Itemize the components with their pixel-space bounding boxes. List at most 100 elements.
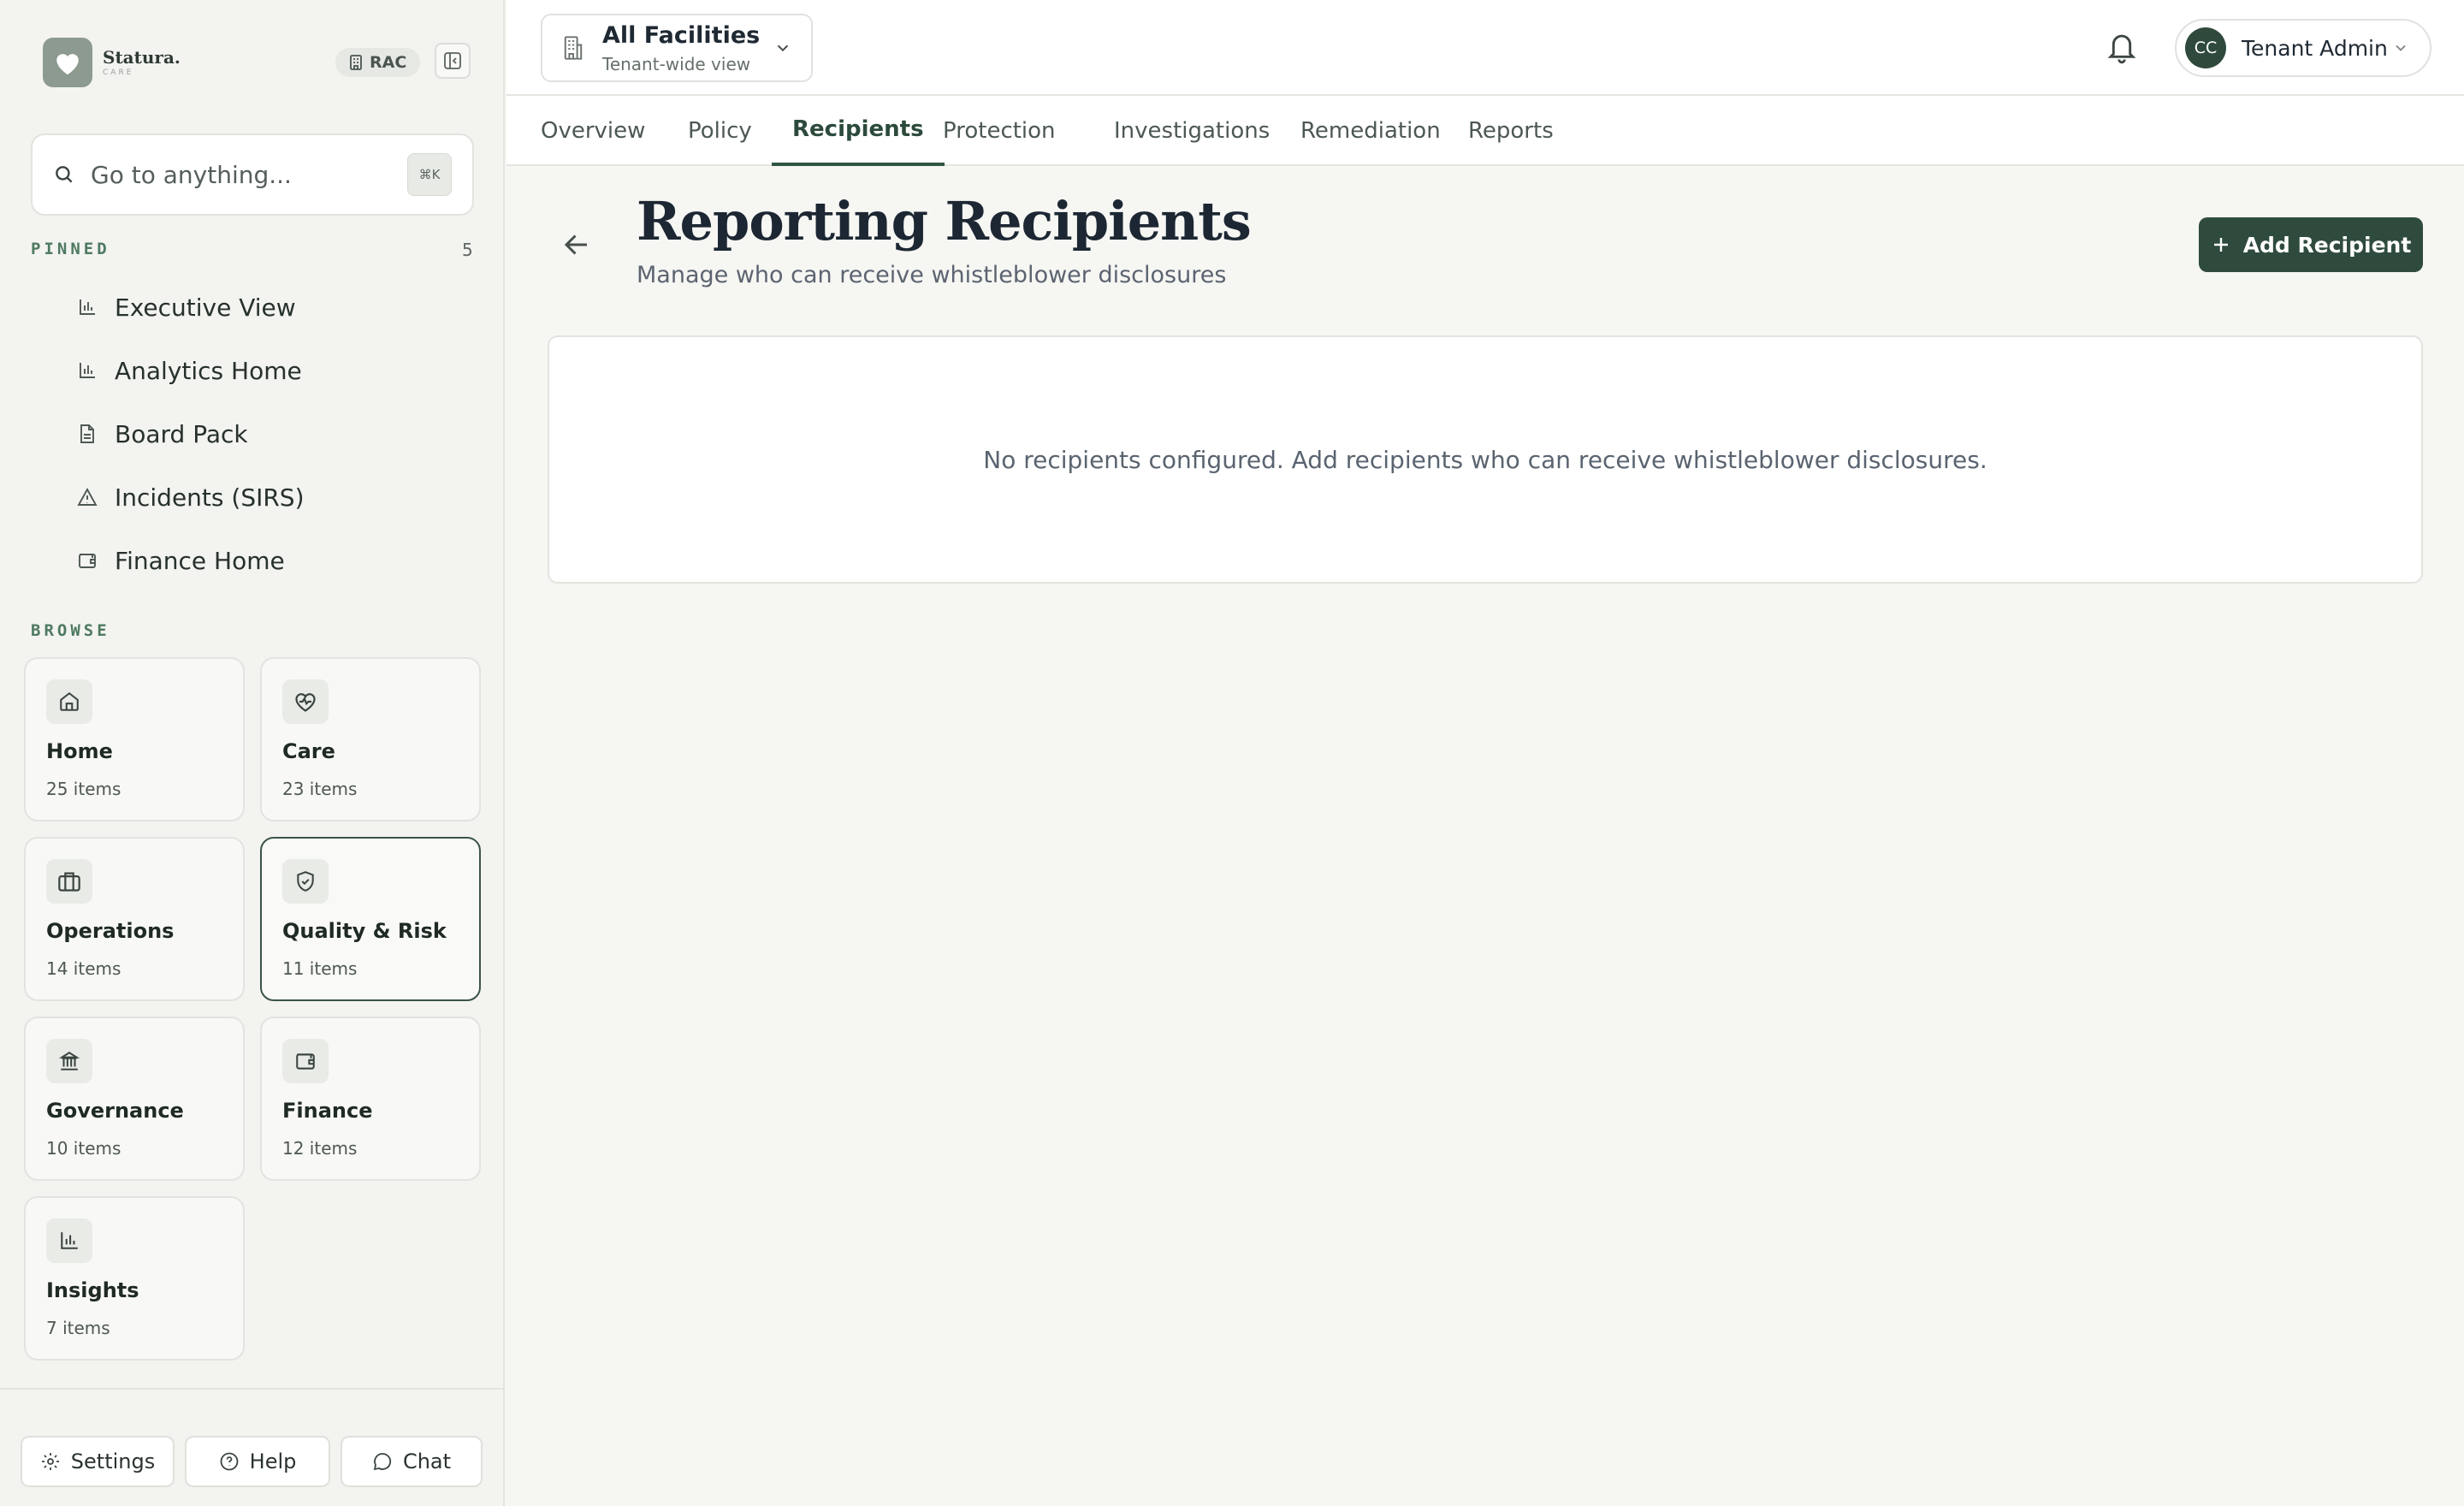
tile-title: Care xyxy=(282,739,335,763)
chat-button[interactable]: Chat xyxy=(341,1436,483,1487)
facility-selector[interactable]: All Facilities Tenant-wide view xyxy=(541,14,813,82)
building-icon xyxy=(349,55,363,70)
collapse-sidebar-button[interactable] xyxy=(435,43,471,79)
pinned-item-label: Incidents (SIRS) xyxy=(115,483,305,512)
pinned-item-executive-view[interactable]: Executive View xyxy=(31,276,476,339)
avatar: CC xyxy=(2185,27,2226,68)
page-subtitle: Manage who can receive whistleblower dis… xyxy=(637,262,1227,288)
browse-tile-governance[interactable]: Governance 10 items xyxy=(24,1017,245,1181)
tile-count: 11 items xyxy=(282,958,358,979)
facility-subtitle: Tenant-wide view xyxy=(602,53,751,74)
sidebar: Statura. CARE RAC Go to anything... ⌘K P… xyxy=(0,0,505,1506)
wallet-icon xyxy=(75,551,99,570)
bar-chart-icon xyxy=(75,361,99,380)
tab-investigations[interactable]: Investigations xyxy=(1093,96,1290,166)
tile-title: Finance xyxy=(282,1099,373,1123)
document-icon xyxy=(75,424,99,444)
pinned-item-finance-home[interactable]: Finance Home xyxy=(31,529,476,592)
tab-policy[interactable]: Policy xyxy=(667,96,773,166)
help-label: Help xyxy=(249,1450,297,1473)
search-icon xyxy=(53,163,75,186)
wallet-icon xyxy=(282,1039,329,1083)
tab-remediation[interactable]: Remediation xyxy=(1280,96,1461,166)
page-title: Reporting Recipients xyxy=(637,190,1252,252)
user-name: Tenant Admin xyxy=(2242,35,2388,61)
tile-count: 7 items xyxy=(46,1318,110,1338)
add-recipient-label: Add Recipient xyxy=(2242,232,2412,258)
tile-count: 14 items xyxy=(46,958,121,979)
chat-bubble-icon xyxy=(372,1451,393,1472)
tenant-badge-label: RAC xyxy=(370,53,407,72)
pinned-item-label: Executive View xyxy=(115,293,296,322)
add-recipient-button[interactable]: Add Recipient xyxy=(2199,217,2423,272)
settings-label: Settings xyxy=(70,1450,156,1473)
tab-bar: Overview Policy Recipients Protection In… xyxy=(506,96,2464,166)
pinned-section-label: PINNED xyxy=(31,240,110,258)
bar-chart-icon xyxy=(46,1218,92,1263)
tile-count: 10 items xyxy=(46,1138,121,1159)
pinned-list: Executive View Analytics Home Board Pack… xyxy=(31,276,476,592)
back-button[interactable] xyxy=(561,229,592,260)
search-input[interactable]: Go to anything... ⌘K xyxy=(31,133,474,216)
browse-tile-operations[interactable]: Operations 14 items xyxy=(24,837,245,1001)
tile-title: Home xyxy=(46,739,113,763)
tile-title: Governance xyxy=(46,1099,184,1123)
pinned-count: 5 xyxy=(462,240,473,260)
tile-title: Quality & Risk xyxy=(282,919,447,943)
browse-tile-home[interactable]: Home 25 items xyxy=(24,657,245,821)
browse-tile-insights[interactable]: Insights 7 items xyxy=(24,1196,245,1361)
tile-count: 23 items xyxy=(282,779,358,799)
tab-recipients[interactable]: Recipients xyxy=(772,96,945,166)
browse-tile-finance[interactable]: Finance 12 items xyxy=(260,1017,481,1181)
pinned-item-label: Finance Home xyxy=(115,546,285,575)
shield-check-icon xyxy=(282,859,329,904)
tile-count: 25 items xyxy=(46,779,121,799)
recipients-empty-state: No recipients configured. Add recipients… xyxy=(548,335,2423,584)
search-shortcut-badge: ⌘K xyxy=(407,153,452,196)
facility-title: All Facilities xyxy=(602,21,761,49)
chat-label: Chat xyxy=(402,1450,452,1473)
heart-pulse-icon xyxy=(282,679,329,724)
landmark-icon xyxy=(46,1039,92,1083)
tile-count: 12 items xyxy=(282,1138,358,1159)
pinned-item-label: Board Pack xyxy=(115,419,248,448)
pinned-item-analytics-home[interactable]: Analytics Home xyxy=(31,339,476,402)
home-icon xyxy=(46,679,92,724)
browse-tile-quality-risk[interactable]: Quality & Risk 11 items xyxy=(260,837,481,1001)
sidebar-footer: Settings Help Chat xyxy=(0,1388,503,1506)
top-bar: All Facilities Tenant-wide view CC Tenan… xyxy=(506,0,2464,96)
tile-title: Insights xyxy=(46,1278,139,1302)
brand-logo[interactable]: Statura. CARE xyxy=(43,38,181,87)
tab-reports[interactable]: Reports xyxy=(1448,96,1574,166)
settings-button[interactable]: Settings xyxy=(21,1436,175,1487)
panel-left-icon xyxy=(443,51,462,70)
user-menu[interactable]: CC Tenant Admin xyxy=(2175,19,2431,77)
bar-chart-icon xyxy=(75,298,99,317)
search-placeholder: Go to anything... xyxy=(91,160,292,189)
building-icon xyxy=(561,35,585,61)
pinned-item-label: Analytics Home xyxy=(115,356,302,385)
briefcase-icon xyxy=(46,859,92,904)
tenant-badge[interactable]: RAC xyxy=(335,48,421,77)
help-button[interactable]: Help xyxy=(185,1436,330,1487)
empty-state-message: No recipients configured. Add recipients… xyxy=(983,445,1987,474)
tab-overview[interactable]: Overview xyxy=(520,96,666,166)
tile-title: Operations xyxy=(46,919,175,943)
browse-grid: Home 25 items Care 23 items Operations 1… xyxy=(24,657,481,1361)
pinned-item-incidents-sirs[interactable]: Incidents (SIRS) xyxy=(31,465,476,529)
chevron-down-icon xyxy=(773,39,792,57)
help-circle-icon xyxy=(219,1451,240,1472)
gear-icon xyxy=(40,1451,61,1472)
browse-tile-care[interactable]: Care 23 items xyxy=(260,657,481,821)
warning-icon xyxy=(75,488,99,507)
tab-protection[interactable]: Protection xyxy=(922,96,1076,166)
brand-name: Statura. xyxy=(103,46,181,68)
brand-sub: CARE xyxy=(103,68,134,77)
browse-section-label: BROWSE xyxy=(31,621,110,640)
arrow-left-icon xyxy=(561,229,592,260)
chevron-down-icon xyxy=(2392,39,2409,56)
pinned-item-board-pack[interactable]: Board Pack xyxy=(31,402,476,465)
plus-icon xyxy=(2211,234,2231,255)
bell-icon xyxy=(2105,29,2139,65)
notifications-button[interactable] xyxy=(2105,29,2139,65)
